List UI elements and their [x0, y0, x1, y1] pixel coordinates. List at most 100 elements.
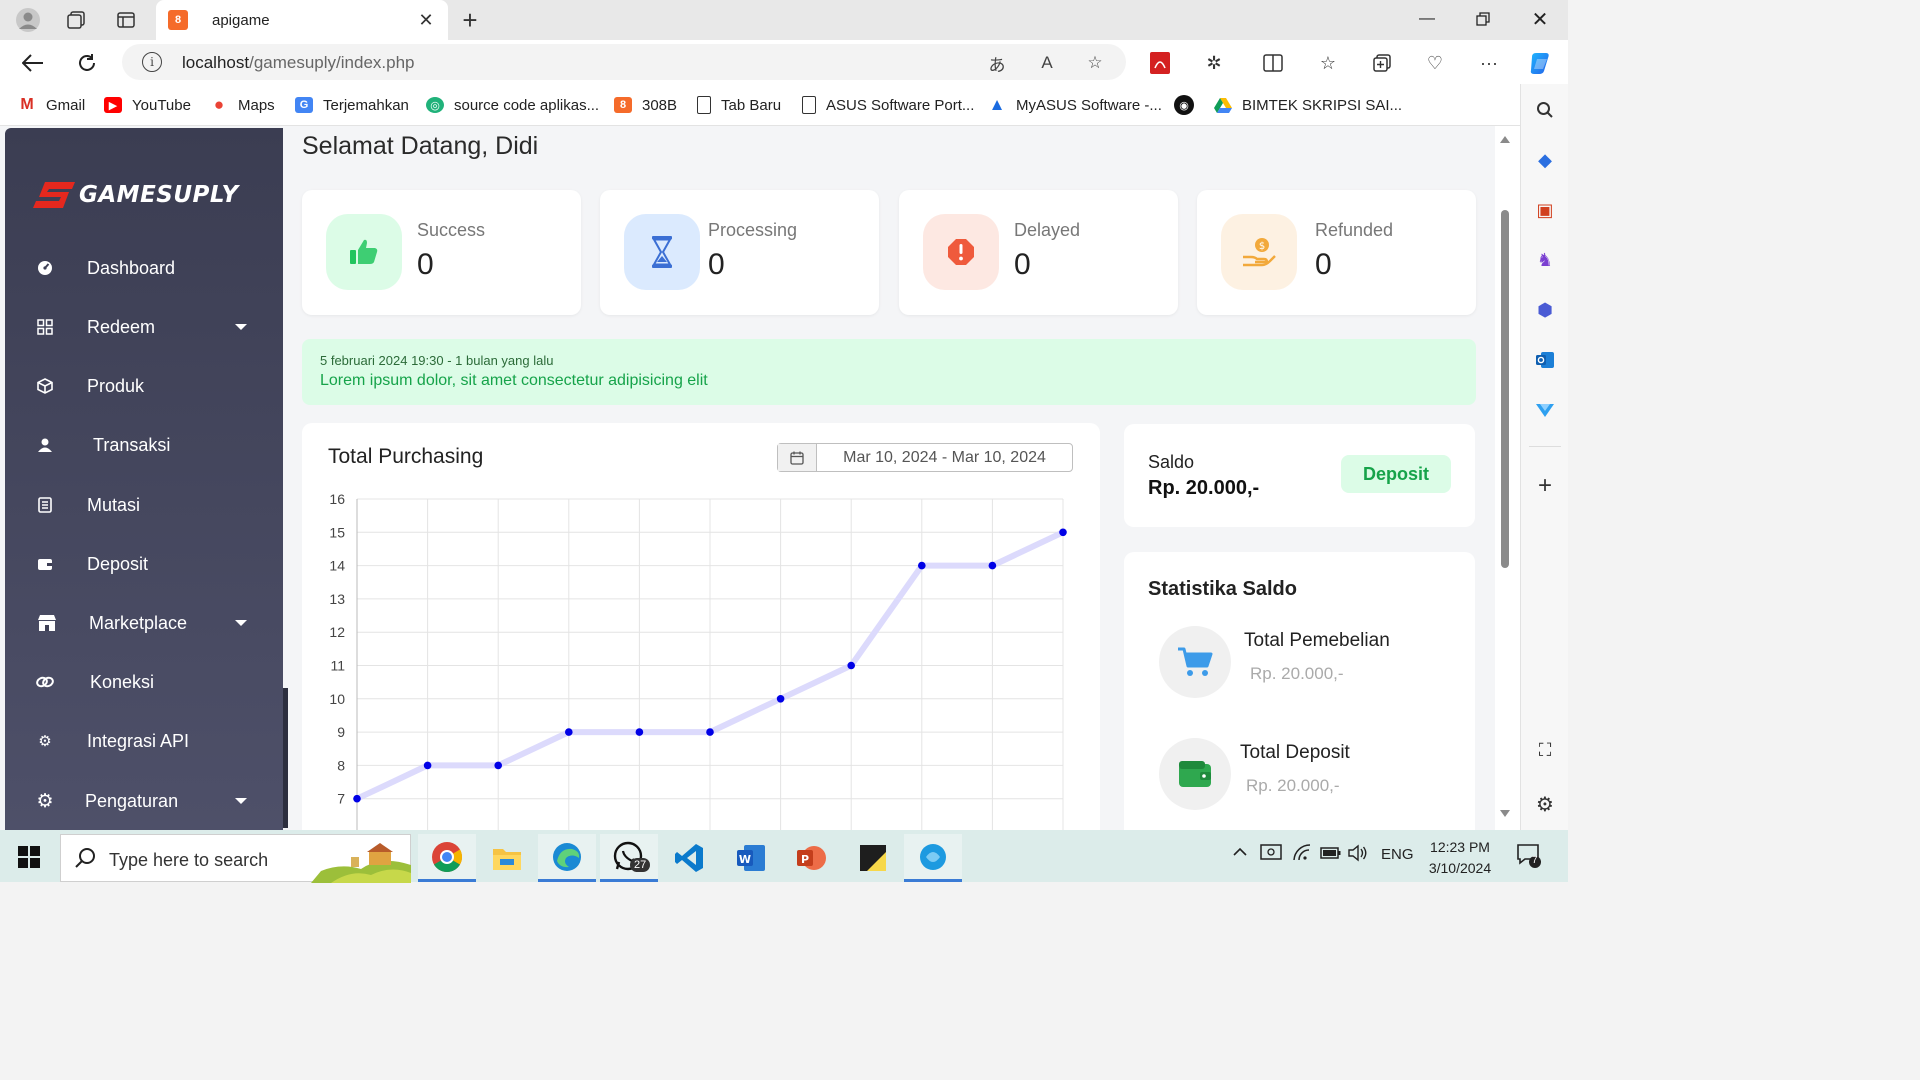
- taskbar-whatsapp-icon[interactable]: 27: [600, 834, 658, 882]
- more-options-icon[interactable]: ···: [1475, 50, 1503, 76]
- taskbar-app-bluebird-icon[interactable]: [904, 834, 962, 882]
- data-point[interactable]: [847, 661, 855, 670]
- volume-icon[interactable]: [1348, 844, 1368, 866]
- data-point[interactable]: [918, 561, 926, 570]
- bookmark-tab-baru[interactable]: Tab Baru: [697, 94, 781, 116]
- tray-overflow-chevron-icon[interactable]: [1232, 844, 1248, 864]
- sidebar-item-integrasi-api[interactable]: ⚙ Integrasi API: [5, 718, 283, 764]
- scrollbar-thumb[interactable]: [1501, 210, 1509, 568]
- page-icon: [802, 96, 816, 114]
- taskbar-clock[interactable]: 12:23 PM 3/10/2024: [1420, 837, 1500, 879]
- bookmark-youtube[interactable]: ▶ YouTube: [104, 94, 191, 116]
- bookmark-label: MyASUS Software -...: [1016, 96, 1162, 114]
- scroll-up-arrow-icon[interactable]: [1500, 136, 1510, 143]
- restore-icon[interactable]: [1461, 4, 1505, 34]
- drop-send-icon[interactable]: [1531, 396, 1559, 424]
- minimize-icon[interactable]: —: [1405, 4, 1449, 34]
- search-icon[interactable]: [1531, 96, 1559, 124]
- split-screen-icon[interactable]: [1259, 50, 1287, 76]
- extensions-icon[interactable]: ✲: [1200, 50, 1228, 76]
- microsoft365-icon[interactable]: ⬢: [1531, 296, 1559, 324]
- page-scrollbar[interactable]: [1495, 126, 1520, 830]
- taskbar-sticky-notes-icon[interactable]: [844, 834, 902, 882]
- browser-tab-bar: 8 apigame ✕ + — ✕: [0, 0, 1568, 40]
- bookmark-maps[interactable]: ● Maps: [210, 94, 275, 116]
- data-point[interactable]: [706, 728, 714, 736]
- taskbar-search-box[interactable]: Type here to search: [60, 834, 411, 883]
- pdf-extension-icon[interactable]: [1146, 50, 1174, 76]
- sidebar-item-koneksi[interactable]: Koneksi: [5, 659, 283, 705]
- back-icon[interactable]: [18, 48, 48, 78]
- bookmark-bimtek[interactable]: BIMTEK SKRIPSI SAI...: [1214, 94, 1402, 116]
- data-point[interactable]: [353, 794, 361, 803]
- bookmark-source-code[interactable]: ◎ source code aplikas...: [426, 94, 599, 116]
- sidebar-item-redeem[interactable]: Redeem: [5, 304, 283, 350]
- data-point[interactable]: [988, 561, 997, 570]
- total-pembelian-label: Total Pemebelian: [1244, 630, 1390, 651]
- tab-actions-icon[interactable]: [112, 6, 140, 34]
- taskbar-file-explorer-icon[interactable]: [478, 834, 536, 882]
- taskbar-edge-icon[interactable]: [538, 834, 596, 882]
- notification-center-icon[interactable]: 7: [1516, 842, 1542, 872]
- add-sidebar-app-icon[interactable]: +: [1531, 472, 1559, 500]
- sidebar-item-transaksi[interactable]: Transaksi: [5, 422, 283, 468]
- wifi-icon[interactable]: [1292, 844, 1312, 866]
- taskbar-word-icon[interactable]: W: [722, 834, 780, 882]
- data-point[interactable]: [1059, 528, 1067, 537]
- games-icon[interactable]: ♞: [1531, 246, 1559, 274]
- favorite-star-icon[interactable]: ☆: [1082, 50, 1108, 76]
- sidebar-item-produk[interactable]: Produk: [5, 363, 283, 409]
- translate-icon[interactable]: あ: [984, 50, 1010, 76]
- deposit-button[interactable]: Deposit: [1341, 455, 1451, 493]
- screenshot-icon[interactable]: ⛶: [1531, 736, 1559, 764]
- data-point[interactable]: [494, 761, 502, 770]
- taskbar-powerpoint-icon[interactable]: P: [782, 834, 840, 882]
- site-info-icon[interactable]: i: [142, 52, 162, 72]
- data-point[interactable]: [565, 728, 573, 736]
- bookmark-terjemahkan[interactable]: G Terjemahkan: [295, 94, 409, 116]
- sidebar-item-marketplace[interactable]: Marketplace: [5, 600, 283, 646]
- sidebar-item-dashboard[interactable]: Dashboard: [5, 245, 283, 291]
- tab-apigame[interactable]: 8 apigame ✕: [156, 0, 448, 40]
- close-tab-icon[interactable]: ✕: [416, 10, 436, 31]
- sidebar-settings-icon[interactable]: ⚙: [1531, 790, 1559, 818]
- taskbar-vscode-icon[interactable]: [660, 834, 718, 882]
- language-indicator[interactable]: ENG: [1381, 846, 1414, 863]
- close-window-icon[interactable]: ✕: [1518, 4, 1562, 34]
- gamesuply-logo[interactable]: GAMESUPLY: [33, 180, 239, 210]
- collections-icon[interactable]: [62, 6, 90, 34]
- outlook-icon[interactable]: [1531, 346, 1559, 374]
- list-icon: [35, 495, 55, 515]
- battery-icon[interactable]: [1320, 846, 1342, 864]
- collections-toolbar-icon[interactable]: [1368, 50, 1396, 76]
- data-point[interactable]: [423, 761, 432, 770]
- scroll-down-arrow-icon[interactable]: [1500, 810, 1510, 817]
- data-point[interactable]: [635, 728, 644, 736]
- taskbar-chrome-icon[interactable]: [418, 834, 476, 882]
- sidebar-item-deposit[interactable]: Deposit: [5, 541, 283, 587]
- wallet-icon: [1159, 738, 1231, 810]
- windows-start-icon[interactable]: [18, 846, 40, 868]
- bookmark-308b[interactable]: 8 308B: [614, 94, 677, 116]
- bookmark-asus-software[interactable]: ASUS Software Port...: [802, 94, 974, 116]
- copilot-icon[interactable]: [1526, 48, 1556, 78]
- read-aloud-icon[interactable]: A: [1034, 50, 1060, 76]
- reload-icon[interactable]: [72, 48, 102, 78]
- new-tab-icon[interactable]: +: [456, 5, 484, 35]
- favorites-icon[interactable]: ☆: [1314, 50, 1342, 76]
- data-point[interactable]: [776, 695, 785, 703]
- tools-briefcase-icon[interactable]: ▣: [1531, 196, 1559, 224]
- stat-label: Success: [417, 220, 486, 240]
- tray-monitor-icon[interactable]: [1260, 844, 1282, 866]
- url-omnibox[interactable]: i localhost/gamesuply/index.php あ A ☆: [122, 44, 1126, 80]
- dashboard-icon: [35, 258, 55, 278]
- sidebar-item-mutasi[interactable]: Mutasi: [5, 482, 283, 528]
- browser-essentials-icon[interactable]: ♡: [1421, 50, 1449, 76]
- shopping-tag-icon[interactable]: ◆: [1531, 146, 1559, 174]
- profile-avatar-icon[interactable]: [14, 6, 42, 34]
- bookmark-github[interactable]: ◉: [1174, 94, 1204, 116]
- bookmark-gmail[interactable]: M Gmail: [18, 94, 85, 116]
- bookmark-myasus[interactable]: ▲ MyASUS Software -...: [988, 94, 1162, 116]
- sidebar-item-pengaturan[interactable]: ⚙ Pengaturan: [5, 778, 283, 824]
- cart-icon: [1159, 626, 1231, 698]
